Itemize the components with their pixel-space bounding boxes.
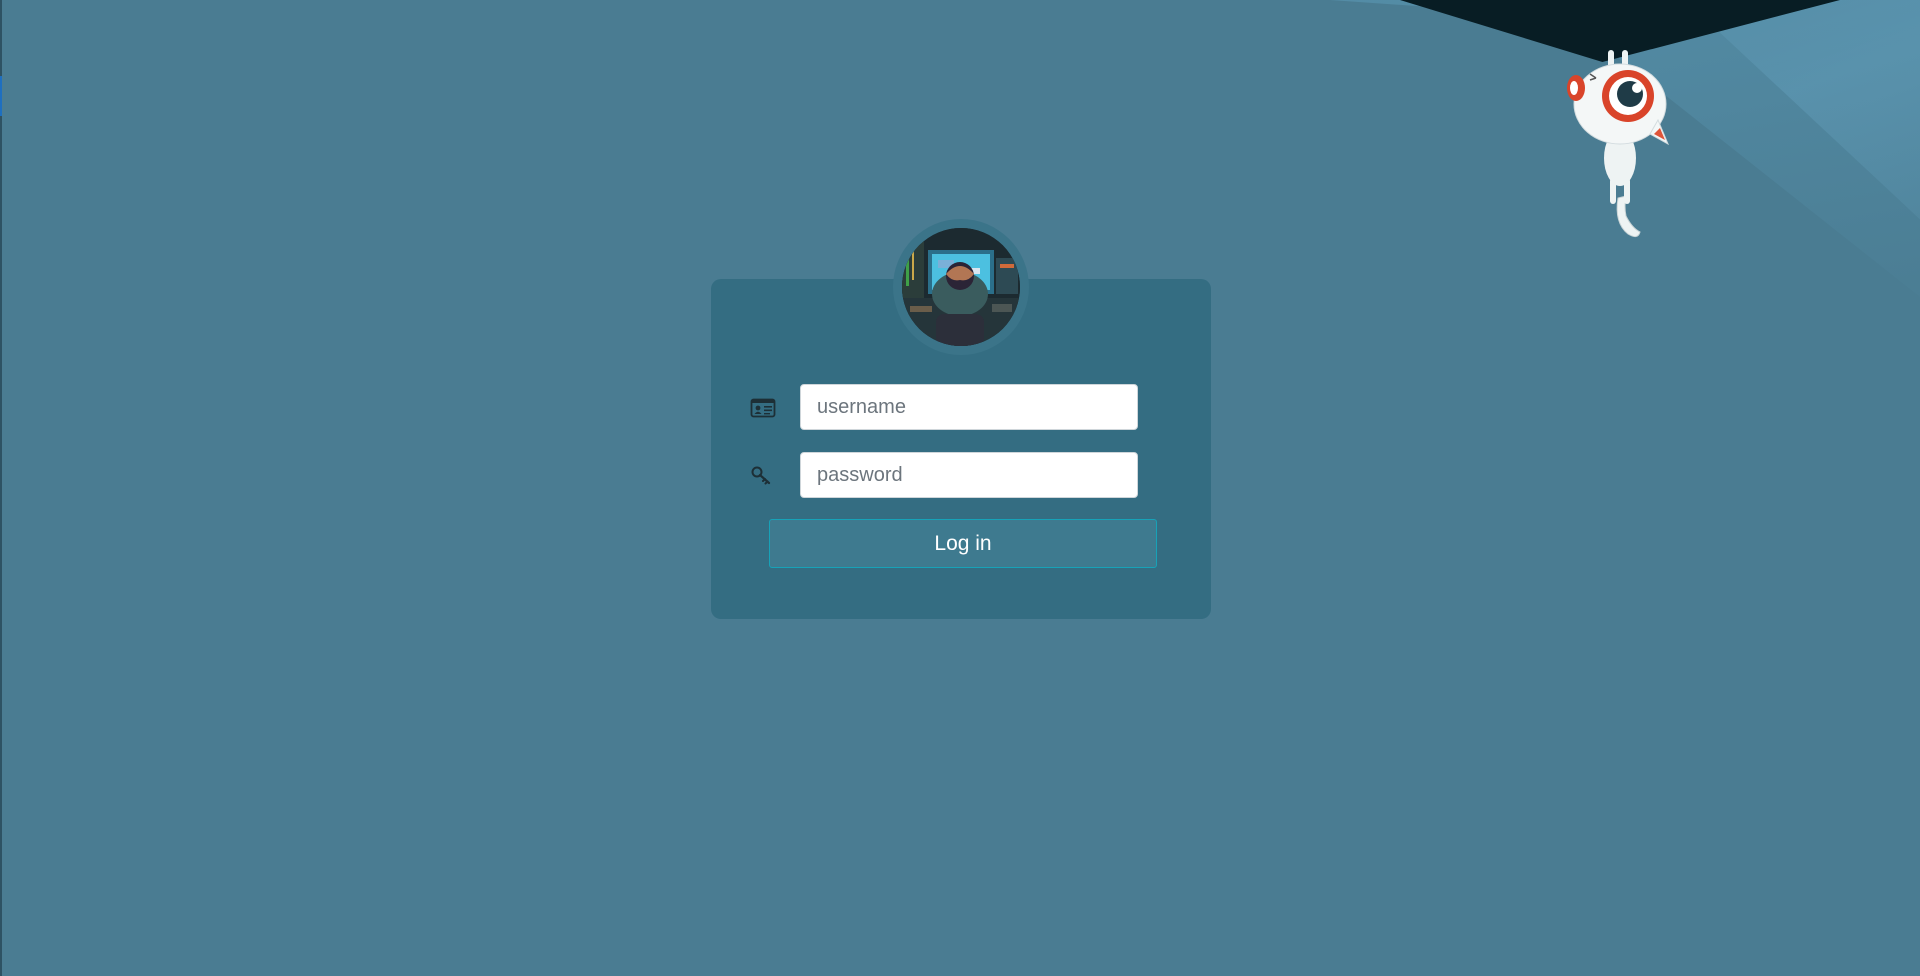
mascot-illustration xyxy=(1567,50,1670,238)
key-icon xyxy=(751,466,771,485)
password-input[interactable] xyxy=(800,452,1138,498)
window-left-edge xyxy=(0,0,2,976)
avatar-illustration xyxy=(902,228,1020,346)
username-input[interactable] xyxy=(800,384,1138,430)
login-button[interactable]: Log in xyxy=(769,519,1157,568)
id-card-icon xyxy=(750,398,776,418)
window-edge-marker xyxy=(0,76,2,116)
avatar xyxy=(902,228,1020,346)
